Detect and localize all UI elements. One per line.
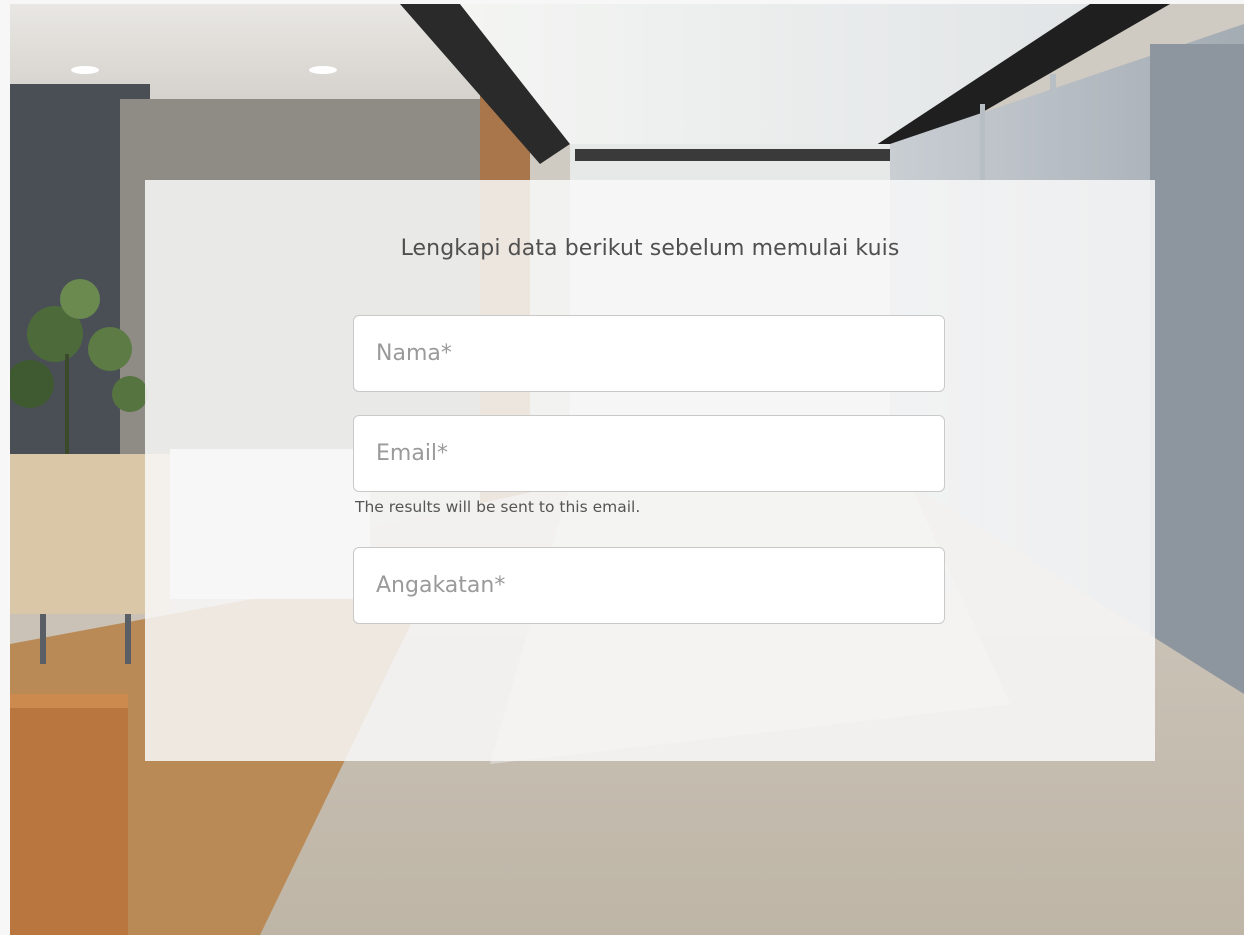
form-title: Lengkapi data berikut sebelum memulai ku…	[400, 236, 900, 261]
email-input[interactable]	[353, 415, 945, 492]
email-hint: The results will be sent to this email.	[355, 498, 641, 516]
name-input[interactable]	[353, 315, 945, 392]
quiz-registration-card: Lengkapi data berikut sebelum memulai ku…	[145, 180, 1155, 761]
angkatan-input[interactable]	[353, 547, 945, 624]
